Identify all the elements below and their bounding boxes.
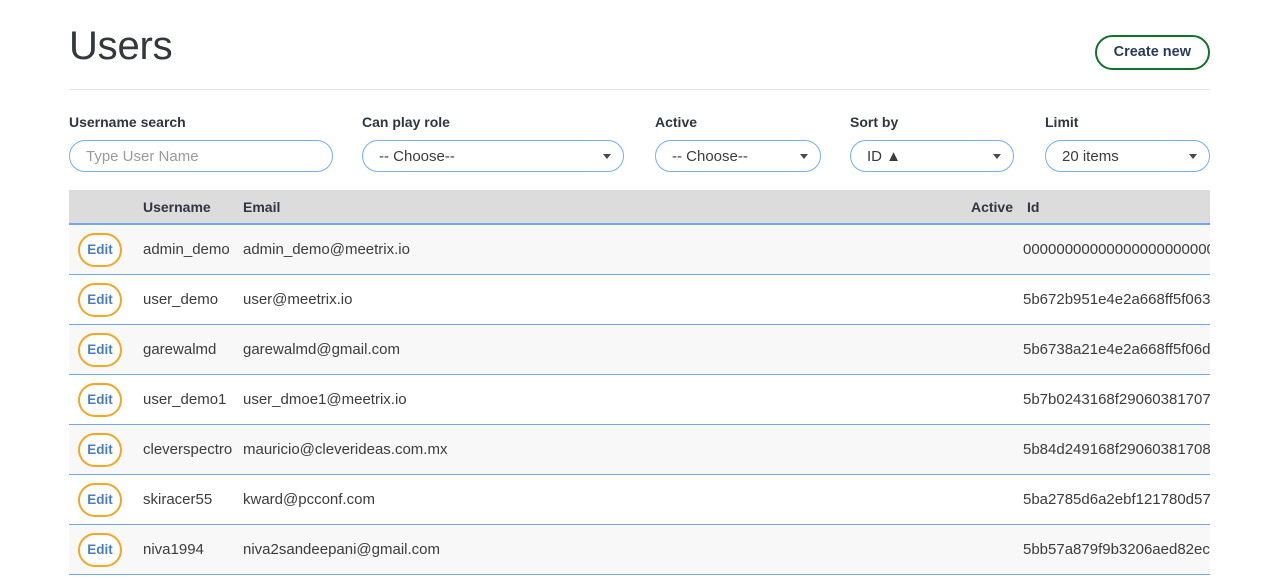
table-header-row: Username Email Active Id (69, 190, 1210, 224)
limit-select[interactable]: 20 items (1045, 140, 1210, 172)
filter-bar: Username search Can play role -- Choose-… (69, 114, 1210, 174)
table-row: Edit user_demo1user_dmoe1@meetrix.io 5b7b0… (69, 375, 1210, 425)
table-body: Edit admin_demoadmin_demo@meetrix.io 00000… (69, 224, 1210, 575)
edit-button[interactable]: Edit (78, 233, 122, 267)
table-cell-id: 5ba2785d6a2ebf121780d57a (1023, 475, 1210, 525)
search-input[interactable] (70, 141, 332, 171)
table-cell-email: niva2sandeepani@gmail.com (243, 525, 948, 575)
can-play-role-select[interactable]: -- Choose-- (362, 140, 624, 172)
edit-button[interactable]: Edit (78, 533, 122, 567)
filter-label-sort-by: Sort by (850, 114, 1014, 130)
table-cell-edit: Edit (69, 375, 143, 425)
table-cell-active (948, 475, 1023, 525)
filter-limit: Limit 20 items (1045, 114, 1210, 172)
filter-can-play-role: Can play role -- Choose-- (362, 114, 624, 172)
table-cell-id: 5bb57a879f9b3206aed82ec6 (1023, 525, 1210, 575)
limit-value[interactable]: 20 items (1046, 141, 1209, 171)
table-cell-active (948, 525, 1023, 575)
filter-label-username-search: Username search (69, 114, 333, 130)
edit-button[interactable]: Edit (78, 333, 122, 367)
page-title: Users (69, 22, 172, 70)
sort-by-select[interactable]: ID ▲ (850, 140, 1014, 172)
table-row: Edit user_demouser@meetrix.io 5b672b951e4e… (69, 275, 1210, 325)
table-row: Edit admin_demoadmin_demo@meetrix.io 00000… (69, 224, 1210, 275)
table-row: Edit niva1994niva2sandeepani@gmail.com 5bb… (69, 525, 1210, 575)
table-cell-active (948, 224, 1023, 275)
table-cell-username: skiracer55 (143, 475, 243, 525)
column-header-edit (69, 190, 143, 224)
username-search-field[interactable] (69, 140, 333, 172)
table-cell-id: 5b7b0243168f29060381707a (1023, 375, 1210, 425)
table-header: Username Email Active Id (69, 190, 1210, 224)
column-header-email: Email (243, 190, 948, 224)
users-table: Username Email Active Id Edit admin_demoa… (69, 190, 1210, 575)
table-cell-username: user_demo1 (143, 375, 243, 425)
filter-sort-by: Sort by ID ▲ (850, 114, 1014, 172)
create-new-button[interactable]: Create new (1095, 35, 1210, 70)
table-cell-email: user_dmoe1@meetrix.io (243, 375, 948, 425)
can-play-role-value[interactable]: -- Choose-- (363, 141, 623, 171)
edit-button[interactable]: Edit (78, 383, 122, 417)
table-row: Edit skiracer55kward@pcconf.com 5ba2785d6a… (69, 475, 1210, 525)
table-cell-id: 5b672b951e4e2a668ff5f063 (1023, 275, 1210, 325)
table-cell-email: garewalmd@gmail.com (243, 325, 948, 375)
filter-active: Active -- Choose-- (655, 114, 821, 172)
users-page: Users Create new Username search Can pla… (0, 0, 1276, 579)
table-cell-id: 5b6738a21e4e2a668ff5f06d (1023, 325, 1210, 375)
edit-button[interactable]: Edit (78, 283, 122, 317)
users-table-container: Username Email Active Id Edit admin_demoa… (69, 190, 1210, 575)
table-cell-username: cleverspectro (143, 425, 243, 475)
table-cell-username: niva1994 (143, 525, 243, 575)
table-cell-username: garewalmd (143, 325, 243, 375)
table-cell-active (948, 325, 1023, 375)
table-cell-email: mauricio@cleverideas.com.mx (243, 425, 948, 475)
table-row: Edit cleverspectromauricio@cleverideas.co… (69, 425, 1210, 475)
table-cell-edit: Edit (69, 475, 143, 525)
column-header-username: Username (143, 190, 243, 224)
table-cell-email: admin_demo@meetrix.io (243, 224, 948, 275)
active-value[interactable]: -- Choose-- (656, 141, 820, 171)
column-header-id: Id (1023, 190, 1210, 224)
table-cell-edit: Edit (69, 325, 143, 375)
table-cell-username: admin_demo (143, 224, 243, 275)
table-cell-id: 5b84d249168f290603817084 (1023, 425, 1210, 475)
filter-label-can-play-role: Can play role (362, 114, 624, 130)
edit-button[interactable]: Edit (78, 433, 122, 467)
edit-button[interactable]: Edit (78, 483, 122, 517)
table-cell-active (948, 375, 1023, 425)
table-cell-edit: Edit (69, 525, 143, 575)
table-cell-edit: Edit (69, 224, 143, 275)
table-cell-email: kward@pcconf.com (243, 475, 948, 525)
sort-by-value[interactable]: ID ▲ (851, 141, 1013, 171)
filter-label-active: Active (655, 114, 821, 130)
table-cell-username: user_demo (143, 275, 243, 325)
table-row: Edit garewalmdgarewalmd@gmail.com 5b6738a2… (69, 325, 1210, 375)
active-select[interactable]: -- Choose-- (655, 140, 821, 172)
table-cell-active (948, 275, 1023, 325)
page-header: Users Create new (69, 22, 1210, 90)
table-cell-edit: Edit (69, 275, 143, 325)
filter-username-search: Username search (69, 114, 333, 172)
table-cell-edit: Edit (69, 425, 143, 475)
table-cell-active (948, 425, 1023, 475)
table-cell-id: 000000000000000000000000 (1023, 224, 1210, 275)
column-header-active: Active (948, 190, 1023, 224)
table-cell-email: user@meetrix.io (243, 275, 948, 325)
filter-label-limit: Limit (1045, 114, 1210, 130)
